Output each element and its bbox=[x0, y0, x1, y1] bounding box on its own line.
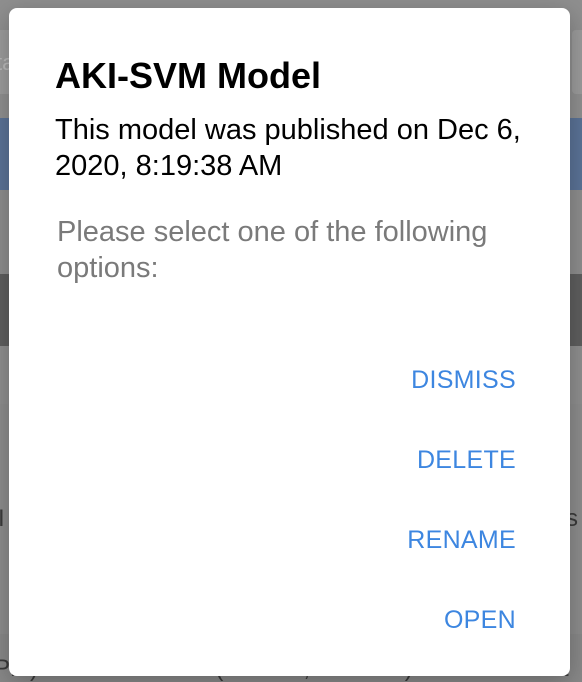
dialog-message: Please select one of the following optio… bbox=[57, 216, 488, 284]
background-text: I bbox=[0, 505, 5, 532]
open-button[interactable]: OPEN bbox=[444, 606, 516, 635]
model-options-dialog: AKI-SVM Model This model was published o… bbox=[9, 8, 570, 676]
rename-button[interactable]: RENAME bbox=[407, 526, 516, 555]
dismiss-button[interactable]: DISMISS bbox=[411, 366, 516, 395]
delete-button[interactable]: DELETE bbox=[417, 446, 516, 475]
background-input-right bbox=[572, 30, 582, 94]
dialog-title: AKI-SVM Model bbox=[55, 55, 321, 96]
dialog-subtitle: This model was published on Dec 6, 2020,… bbox=[55, 114, 521, 182]
